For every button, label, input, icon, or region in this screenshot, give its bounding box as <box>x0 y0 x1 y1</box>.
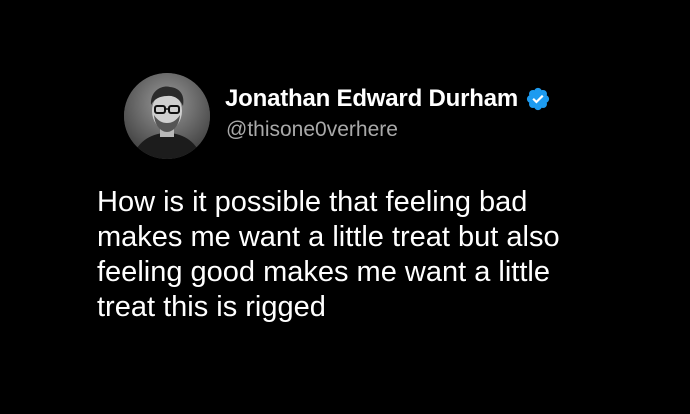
avatar[interactable] <box>124 73 210 159</box>
display-name[interactable]: Jonathan Edward Durham <box>225 85 518 113</box>
tweet-text-line: treat this is rigged <box>97 291 326 323</box>
verified-badge-icon <box>525 86 551 112</box>
tweet-card: Jonathan Edward Durham @thisone0verhere … <box>0 0 690 414</box>
user-handle[interactable]: @thisone0verhere <box>226 118 398 142</box>
tweet-text-line: How is it possible that feeling bad <box>97 186 528 218</box>
avatar-photo <box>124 73 210 159</box>
tweet-text-line: feeling good makes me want a little <box>97 256 550 288</box>
author-row: Jonathan Edward Durham <box>225 82 551 116</box>
tweet-text: How is it possible that feeling bad make… <box>97 185 657 325</box>
tweet-text-line: makes me want a little treat but also <box>97 221 560 253</box>
